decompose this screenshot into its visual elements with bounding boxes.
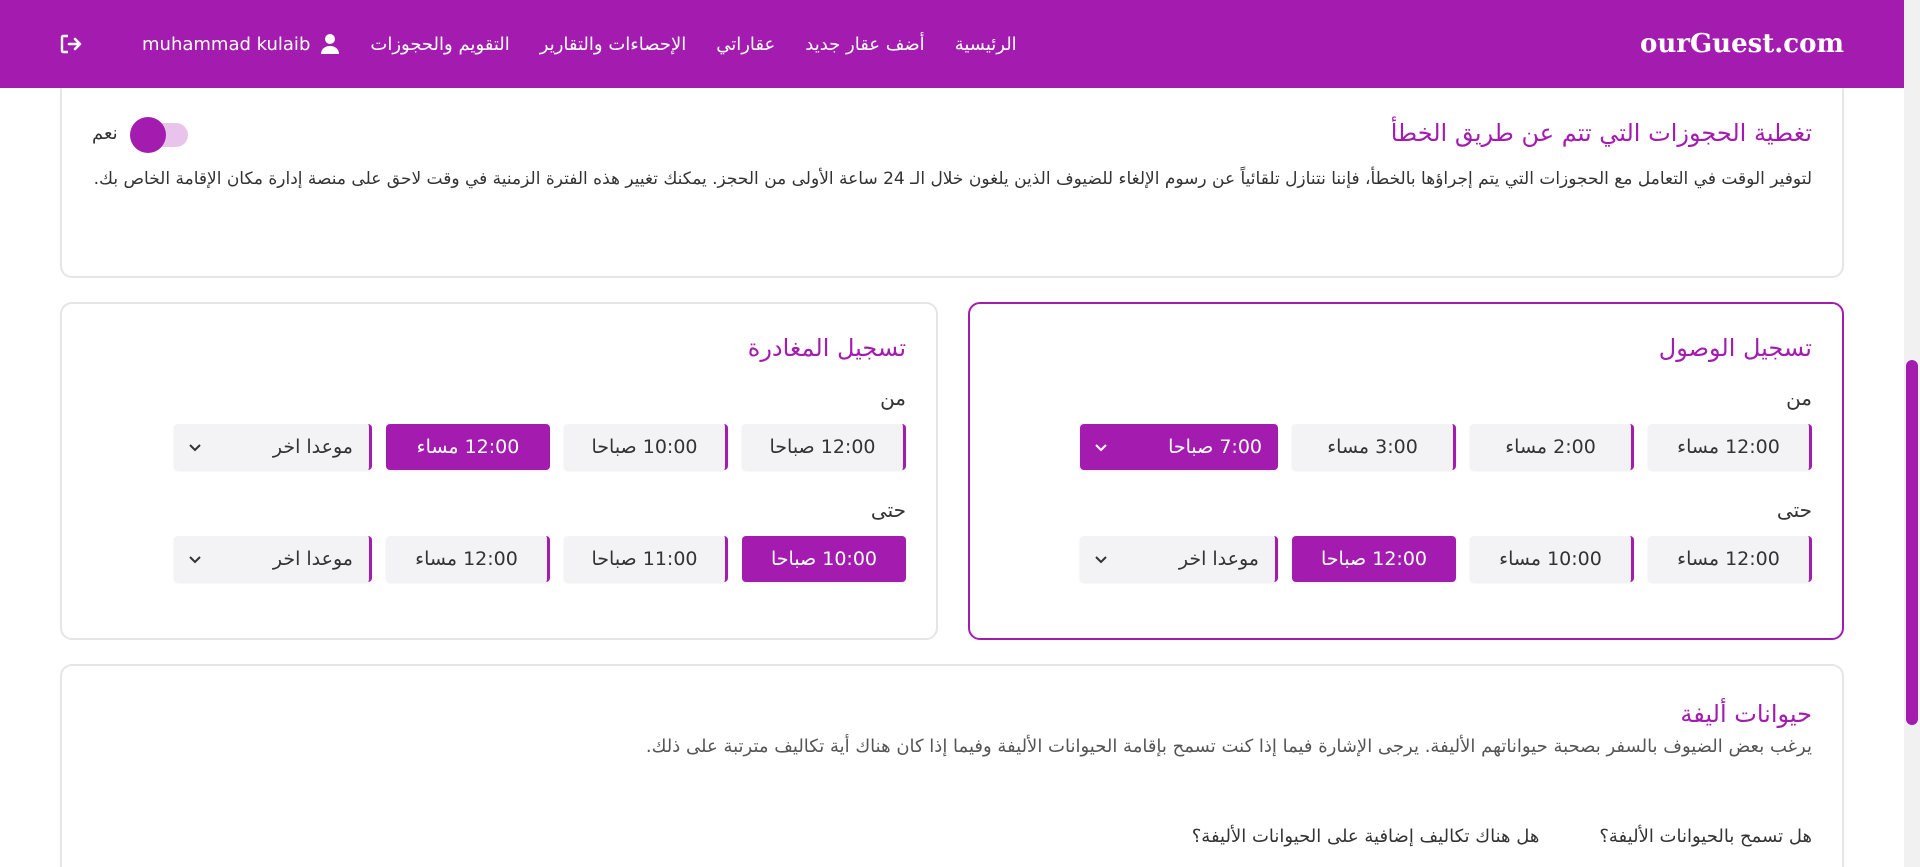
checkout-to-other-label: موعدا اخر <box>272 548 353 570</box>
mistaken-bookings-card: تغطية الحجوزات التي تتم عن طريق الخطأ نع… <box>60 88 1844 278</box>
toggle-knob <box>129 117 166 153</box>
checkin-title: تسجيل الوصول <box>1658 334 1812 362</box>
chevron-down-icon <box>189 444 201 452</box>
user-menu[interactable]: muhammad kulaib <box>142 33 340 55</box>
chevron-down-icon <box>189 556 201 564</box>
pets-card: حيوانات أليفة يرغب بعض الضيوف بالسفر بصح… <box>60 664 1844 867</box>
checkout-to-options: 10:00 صباحا 11:00 صباحا 12:00 مساء موعدا… <box>92 536 906 582</box>
checkin-to-other-label: موعدا اخر <box>1178 548 1259 570</box>
nav-calendar-bookings[interactable]: التقويم والحجوزات <box>370 34 509 55</box>
nav-stats-reports[interactable]: الإحصاءات والتقارير <box>540 34 686 55</box>
checkin-to-option[interactable]: 12:00 مساء <box>1648 536 1812 582</box>
checkout-from-other-dropdown[interactable]: موعدا اخر <box>174 424 372 470</box>
checkin-to-option[interactable]: 10:00 مساء <box>1470 536 1634 582</box>
checkout-to-option[interactable]: 11:00 صباحا <box>564 536 728 582</box>
nav-add-property[interactable]: أضف عقار جديد <box>805 34 924 55</box>
pets-description: يرغب بعض الضيوف بالسفر بصحبة حيواناتهم ا… <box>645 736 1812 757</box>
checkout-to-selected[interactable]: 10:00 صباحا <box>742 536 906 582</box>
checkin-to-options: 12:00 مساء 10:00 مساء 12:00 صباحا موعدا … <box>1000 536 1812 582</box>
checkout-from-other-label: موعدا اخر <box>272 436 353 458</box>
user-name: muhammad kulaib <box>142 33 311 55</box>
mistaken-bookings-header: تغطية الحجوزات التي تتم عن طريق الخطأ نع… <box>92 117 1812 153</box>
checkout-from-option[interactable]: 10:00 صباحا <box>564 424 728 470</box>
mistaken-bookings-toggle[interactable] <box>129 117 188 153</box>
checkout-from-options: 12:00 صباحا 10:00 صباحا 12:00 مساء موعدا… <box>92 424 906 470</box>
checkin-from-dropdown[interactable]: 7:00 صباحا <box>1080 424 1278 470</box>
checkin-from-label: من <box>1786 386 1812 410</box>
mistaken-bookings-description: لتوفير الوقت في التعامل مع الحجوزات التي… <box>93 169 1812 189</box>
scrollbar-thumb[interactable] <box>1906 360 1918 725</box>
checkin-to-selected[interactable]: 12:00 صباحا <box>1292 536 1456 582</box>
pets-questions: هل تسمح بالحيوانات الأليفة؟ هل هناك تكال… <box>1192 826 1812 847</box>
checkout-to-option[interactable]: 12:00 مساء <box>386 536 550 582</box>
nav-my-properties[interactable]: عقاراتي <box>716 34 775 55</box>
checkout-to-other-dropdown[interactable]: موعدا اخر <box>174 536 372 582</box>
checkin-from-selected: 7:00 صباحا <box>1168 436 1262 458</box>
page-scrollbar[interactable] <box>1904 0 1920 867</box>
checkin-from-option[interactable]: 2:00 مساء <box>1470 424 1634 470</box>
brand-logo[interactable]: ourGuest.com <box>1640 29 1844 59</box>
nav-right-group: muhammad kulaib التقويم والحجوزات الإحصا… <box>60 33 1017 55</box>
checkout-title: تسجيل المغادرة <box>747 334 906 362</box>
pets-title: حيوانات أليفة <box>1680 700 1812 728</box>
toggle-label: نعم <box>92 122 118 144</box>
checkin-from-option[interactable]: 12:00 مساء <box>1648 424 1812 470</box>
checkin-from-options: 12:00 مساء 2:00 مساء 3:00 مساء 7:00 صباح… <box>1000 424 1812 470</box>
checkin-to-other-dropdown[interactable]: موعدا اخر <box>1080 536 1278 582</box>
nav-home[interactable]: الرئيسية <box>955 34 1017 55</box>
user-icon <box>321 34 340 54</box>
checkin-from-option[interactable]: 3:00 مساء <box>1292 424 1456 470</box>
checkout-from-selected[interactable]: 12:00 مساء <box>386 424 550 470</box>
checkout-card: تسجيل المغادرة من 12:00 صباحا 10:00 صباح… <box>60 302 938 640</box>
checkout-from-option[interactable]: 12:00 صباحا <box>742 424 906 470</box>
checkin-to-label: حتى <box>1776 498 1812 522</box>
checkout-to-label: حتى <box>870 498 906 522</box>
pets-fees-question: هل هناك تكاليف إضافية على الحيوانات الأل… <box>1191 826 1540 847</box>
chevron-down-icon <box>1095 556 1107 564</box>
top-navbar: muhammad kulaib التقويم والحجوزات الإحصا… <box>0 0 1904 88</box>
checkout-from-label: من <box>880 386 906 410</box>
chevron-down-icon <box>1095 444 1107 452</box>
mistaken-bookings-title: تغطية الحجوزات التي تتم عن طريق الخطأ <box>1390 119 1812 147</box>
pets-allow-question: هل تسمح بالحيوانات الأليفة؟ <box>1599 826 1812 847</box>
logout-icon[interactable] <box>60 34 82 54</box>
mistaken-bookings-toggle-group: نعم <box>92 117 188 153</box>
checkin-card: تسجيل الوصول من 12:00 مساء 2:00 مساء 3:0… <box>968 302 1844 640</box>
